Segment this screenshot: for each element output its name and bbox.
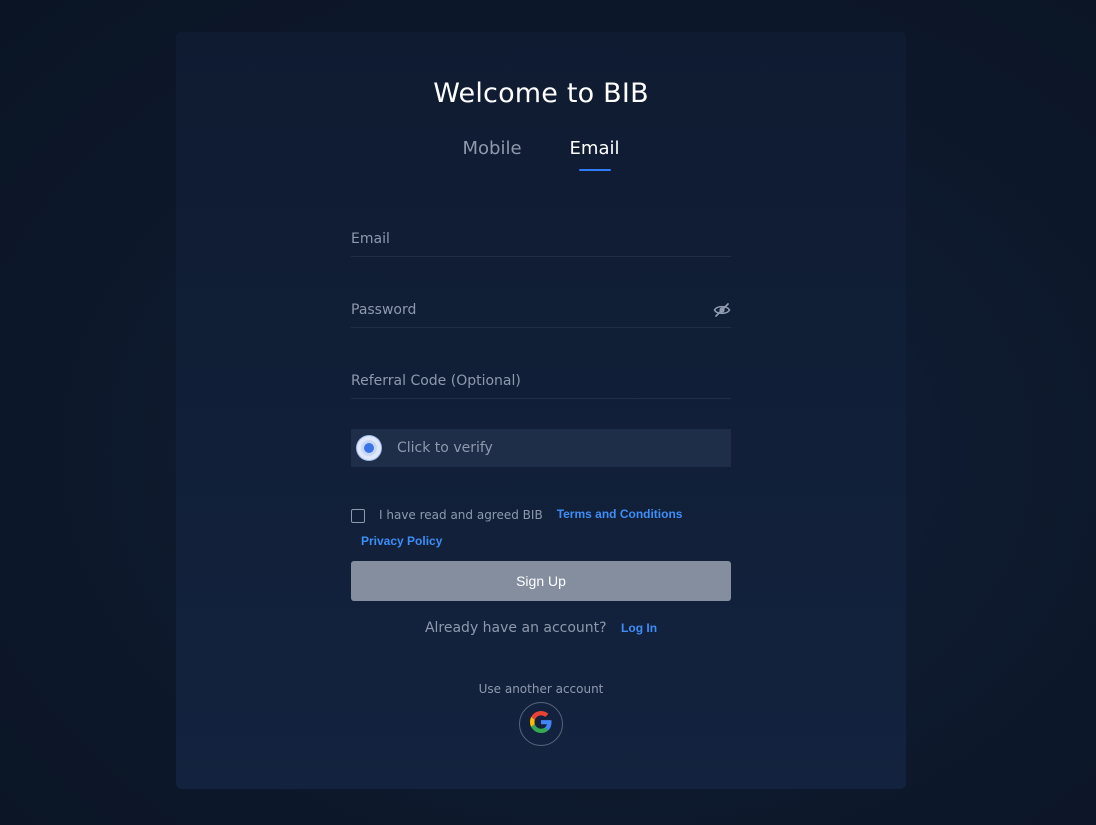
terms-checkbox[interactable] — [351, 509, 365, 523]
email-field-wrapper — [351, 222, 731, 257]
email-field[interactable] — [351, 222, 731, 256]
signup-form: Click to verify I have read and agreed B… — [351, 222, 731, 746]
terms-agreement: I have read and agreed BIB Terms and Con… — [351, 507, 731, 549]
other-account-label: Use another account — [478, 682, 604, 696]
page-title: Welcome to BIB — [433, 78, 649, 109]
password-field-wrapper — [351, 293, 731, 328]
captcha-icon — [357, 436, 381, 460]
password-field[interactable] — [351, 293, 731, 327]
referral-field-wrapper — [351, 364, 731, 399]
log-in-link[interactable]: Log In — [621, 621, 657, 635]
agree-text: I have read and agreed BIB — [379, 508, 543, 522]
eye-hidden-icon[interactable] — [713, 302, 731, 318]
google-icon — [530, 711, 552, 737]
referral-code-field[interactable] — [351, 364, 731, 398]
privacy-row: Privacy Policy — [351, 530, 731, 549]
login-prompt: Already have an account? — [424, 620, 607, 636]
tab-email[interactable]: Email — [570, 138, 620, 171]
privacy-policy-link[interactable]: Privacy Policy — [361, 534, 442, 548]
captcha-verify-button[interactable]: Click to verify — [351, 429, 731, 467]
tab-mobile[interactable]: Mobile — [463, 138, 522, 171]
signup-method-tabs: Mobile Email — [176, 138, 906, 171]
terms-link[interactable]: Terms and Conditions — [557, 507, 683, 522]
signup-card: Welcome to BIB Mobile Email Email Referr… — [176, 32, 906, 789]
sign-up-button[interactable]: Sign Up — [351, 561, 731, 601]
google-signin-button[interactable] — [519, 702, 563, 746]
captcha-label: Click to verify — [397, 440, 493, 456]
login-row: Already have an account? Log In — [351, 620, 731, 636]
